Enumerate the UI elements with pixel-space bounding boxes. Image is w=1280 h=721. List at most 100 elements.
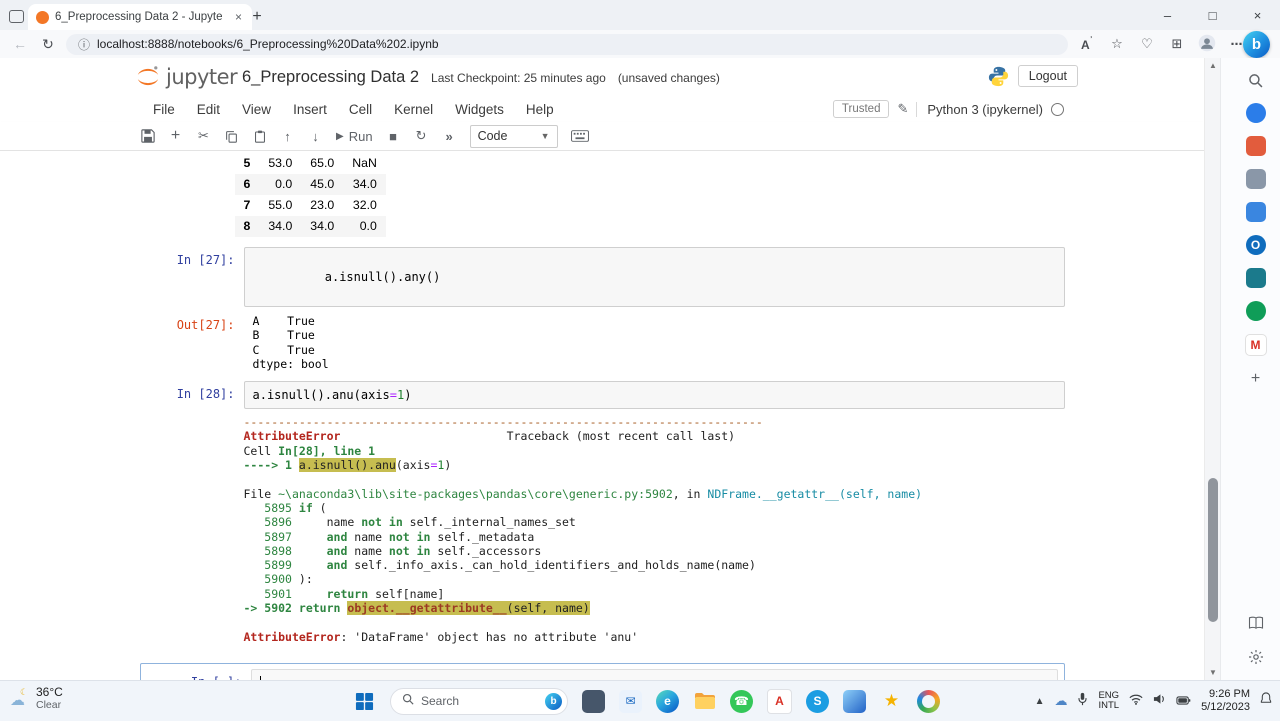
trusted-badge[interactable]: Trusted bbox=[832, 100, 890, 118]
add-cell-button[interactable]: + bbox=[168, 127, 183, 145]
traceback-segment: name bbox=[347, 543, 389, 558]
sidebar-tools-icon[interactable] bbox=[1245, 202, 1266, 222]
scrollbar-thumb[interactable] bbox=[1208, 478, 1218, 622]
scroll-up-icon[interactable]: ▲ bbox=[1205, 58, 1221, 73]
sidebar-games-icon[interactable] bbox=[1245, 169, 1266, 189]
interrupt-kernel-button[interactable]: ■ bbox=[386, 129, 401, 144]
traceback-segment: name bbox=[347, 529, 389, 544]
table-cell: 34.0 bbox=[352, 177, 377, 191]
notebook-title[interactable]: 6_Preprocessing Data 2 bbox=[242, 68, 419, 87]
tab-actions-icon[interactable] bbox=[9, 10, 24, 23]
menu-file[interactable]: File bbox=[142, 98, 186, 121]
taskbar-photos-app[interactable] bbox=[843, 689, 866, 713]
jupyter-logo[interactable]: jupyter bbox=[135, 64, 238, 90]
browser-essentials-icon[interactable]: ♡ bbox=[1136, 36, 1158, 52]
menu-edit[interactable]: Edit bbox=[186, 98, 231, 121]
taskbar-phone-green-app[interactable]: ☎ bbox=[730, 689, 753, 713]
taskbar-edge-browser[interactable]: e bbox=[656, 689, 679, 713]
notification-bell-icon[interactable] bbox=[1260, 692, 1272, 710]
sidebar-add-icon[interactable]: + bbox=[1246, 369, 1266, 389]
sidebar-search-icon[interactable] bbox=[1246, 70, 1266, 90]
traceback-line: ----> 1 a.isnull().anu(axis=1) bbox=[244, 458, 1065, 473]
error-traceback: ----------------------------------------… bbox=[235, 415, 1065, 644]
menu-help[interactable]: Help bbox=[515, 98, 565, 121]
tab-close-icon[interactable]: × bbox=[233, 10, 244, 24]
start-button[interactable] bbox=[352, 689, 376, 713]
site-info-icon[interactable]: ⓘ bbox=[78, 36, 90, 53]
volume-icon[interactable] bbox=[1153, 692, 1166, 710]
sidebar-copilot-icon[interactable] bbox=[1245, 103, 1266, 123]
language-indicator[interactable]: ENG INTL bbox=[1098, 691, 1119, 711]
wifi-icon[interactable] bbox=[1129, 692, 1143, 710]
taskbar-window-app[interactable] bbox=[582, 689, 605, 713]
menu-widgets[interactable]: Widgets bbox=[444, 98, 515, 121]
taskbar-mail-app[interactable]: ✉ bbox=[619, 689, 642, 713]
restart-run-all-button[interactable]: » bbox=[442, 129, 457, 144]
chevron-down-icon: ▼ bbox=[540, 131, 550, 141]
page-scrollbar[interactable]: ▲ ▼ bbox=[1204, 58, 1221, 680]
cell-28-input[interactable]: a.isnull().anu(axis=1) bbox=[243, 381, 1065, 410]
sidebar-shopping-icon[interactable] bbox=[1245, 136, 1266, 156]
cell-27-input[interactable]: a.isnull().any() bbox=[243, 247, 1065, 307]
menu-insert[interactable]: Insert bbox=[282, 98, 338, 121]
new-tab-button[interactable]: + bbox=[246, 6, 268, 28]
taskbar-file-explorer[interactable] bbox=[693, 690, 716, 713]
command-palette-button[interactable] bbox=[570, 130, 589, 142]
close-button[interactable]: × bbox=[1235, 0, 1280, 30]
url-field[interactable]: ⓘ localhost:8888/notebooks/6_Preprocessi… bbox=[66, 33, 1068, 55]
move-cell-up-button[interactable]: ↑ bbox=[280, 129, 295, 144]
sidebar-settings-gear-icon[interactable] bbox=[1248, 649, 1264, 670]
back-icon[interactable]: ← bbox=[10, 36, 30, 52]
taskbar-ring-app[interactable] bbox=[917, 689, 940, 713]
menu-kernel[interactable]: Kernel bbox=[383, 98, 444, 121]
favorites-star-icon[interactable]: ☆ bbox=[1106, 36, 1128, 52]
sidebar-planner-icon[interactable] bbox=[1245, 301, 1266, 321]
move-cell-down-button[interactable]: ↓ bbox=[308, 129, 323, 144]
taskbar-star-app[interactable]: ★ bbox=[880, 690, 903, 713]
scroll-down-icon[interactable]: ▼ bbox=[1205, 665, 1221, 680]
logout-button[interactable]: Logout bbox=[1017, 65, 1078, 87]
traceback-segment: 5898 bbox=[243, 543, 299, 558]
traceback-segment: (self, name) bbox=[506, 601, 590, 616]
taskbar-search[interactable]: Search b bbox=[390, 687, 568, 715]
edit-pencil-icon: ✎ bbox=[897, 101, 909, 116]
maximize-button[interactable]: □ bbox=[1190, 0, 1235, 30]
sidebar-mail-m-icon[interactable]: M bbox=[1244, 334, 1267, 356]
cell-prompt: In [27]: bbox=[176, 253, 235, 267]
empty-cell-selected[interactable]: In [ ]: bbox=[139, 662, 1065, 681]
battery-icon[interactable] bbox=[1176, 692, 1191, 710]
tray-chevron-up-icon[interactable]: ▲ bbox=[1035, 696, 1045, 707]
onedrive-cloud-icon[interactable]: ☁ bbox=[1054, 693, 1067, 709]
sidebar-office-icon[interactable] bbox=[1245, 268, 1266, 288]
code-text: a.isnull().any() bbox=[324, 270, 441, 284]
collections-icon[interactable]: ⊞ bbox=[1166, 36, 1188, 52]
table-cell: 32.0 bbox=[352, 198, 377, 212]
clock[interactable]: 9:26 PM 5/12/2023 bbox=[1201, 688, 1250, 714]
refresh-icon[interactable]: ↻ bbox=[38, 36, 58, 53]
minimize-button[interactable]: – bbox=[1145, 0, 1190, 30]
traceback-segment: ( bbox=[312, 500, 327, 515]
cell-type-select[interactable]: Code ▼ bbox=[469, 124, 558, 148]
reading-list-icon[interactable] bbox=[1248, 616, 1264, 635]
paste-cell-button[interactable] bbox=[252, 130, 267, 143]
kernel-name[interactable]: Python 3 (ipykernel) bbox=[916, 101, 1043, 117]
sidebar-outlook-icon[interactable]: O bbox=[1245, 235, 1266, 255]
taskbar-skype-app[interactable]: S bbox=[806, 689, 829, 713]
traceback-line: 5900 ): bbox=[244, 572, 1065, 586]
copy-cell-button[interactable] bbox=[224, 130, 239, 143]
profile-avatar[interactable] bbox=[1196, 34, 1218, 55]
clock-date: 5/12/2023 bbox=[1201, 701, 1250, 713]
bing-copilot-icon[interactable]: b bbox=[1243, 31, 1270, 58]
traceback-segment: self._accessors bbox=[430, 543, 542, 558]
run-button[interactable]: ▶ Run bbox=[336, 129, 373, 144]
save-button[interactable] bbox=[140, 129, 155, 143]
cut-cell-button[interactable]: ✂ bbox=[196, 128, 211, 144]
menu-view[interactable]: View bbox=[231, 98, 282, 121]
menu-cell[interactable]: Cell bbox=[338, 98, 383, 121]
browser-tab[interactable]: 6_Preprocessing Data 2 - Jupyte × bbox=[28, 4, 252, 30]
restart-kernel-button[interactable]: ↻ bbox=[414, 128, 429, 144]
microphone-icon[interactable] bbox=[1077, 692, 1088, 711]
taskbar-acrobat-app[interactable]: A bbox=[767, 688, 792, 714]
weather-widget[interactable]: ☾ ☁ 36°C Clear bbox=[10, 686, 63, 712]
read-aloud-icon[interactable]: Aʾ bbox=[1076, 36, 1098, 52]
